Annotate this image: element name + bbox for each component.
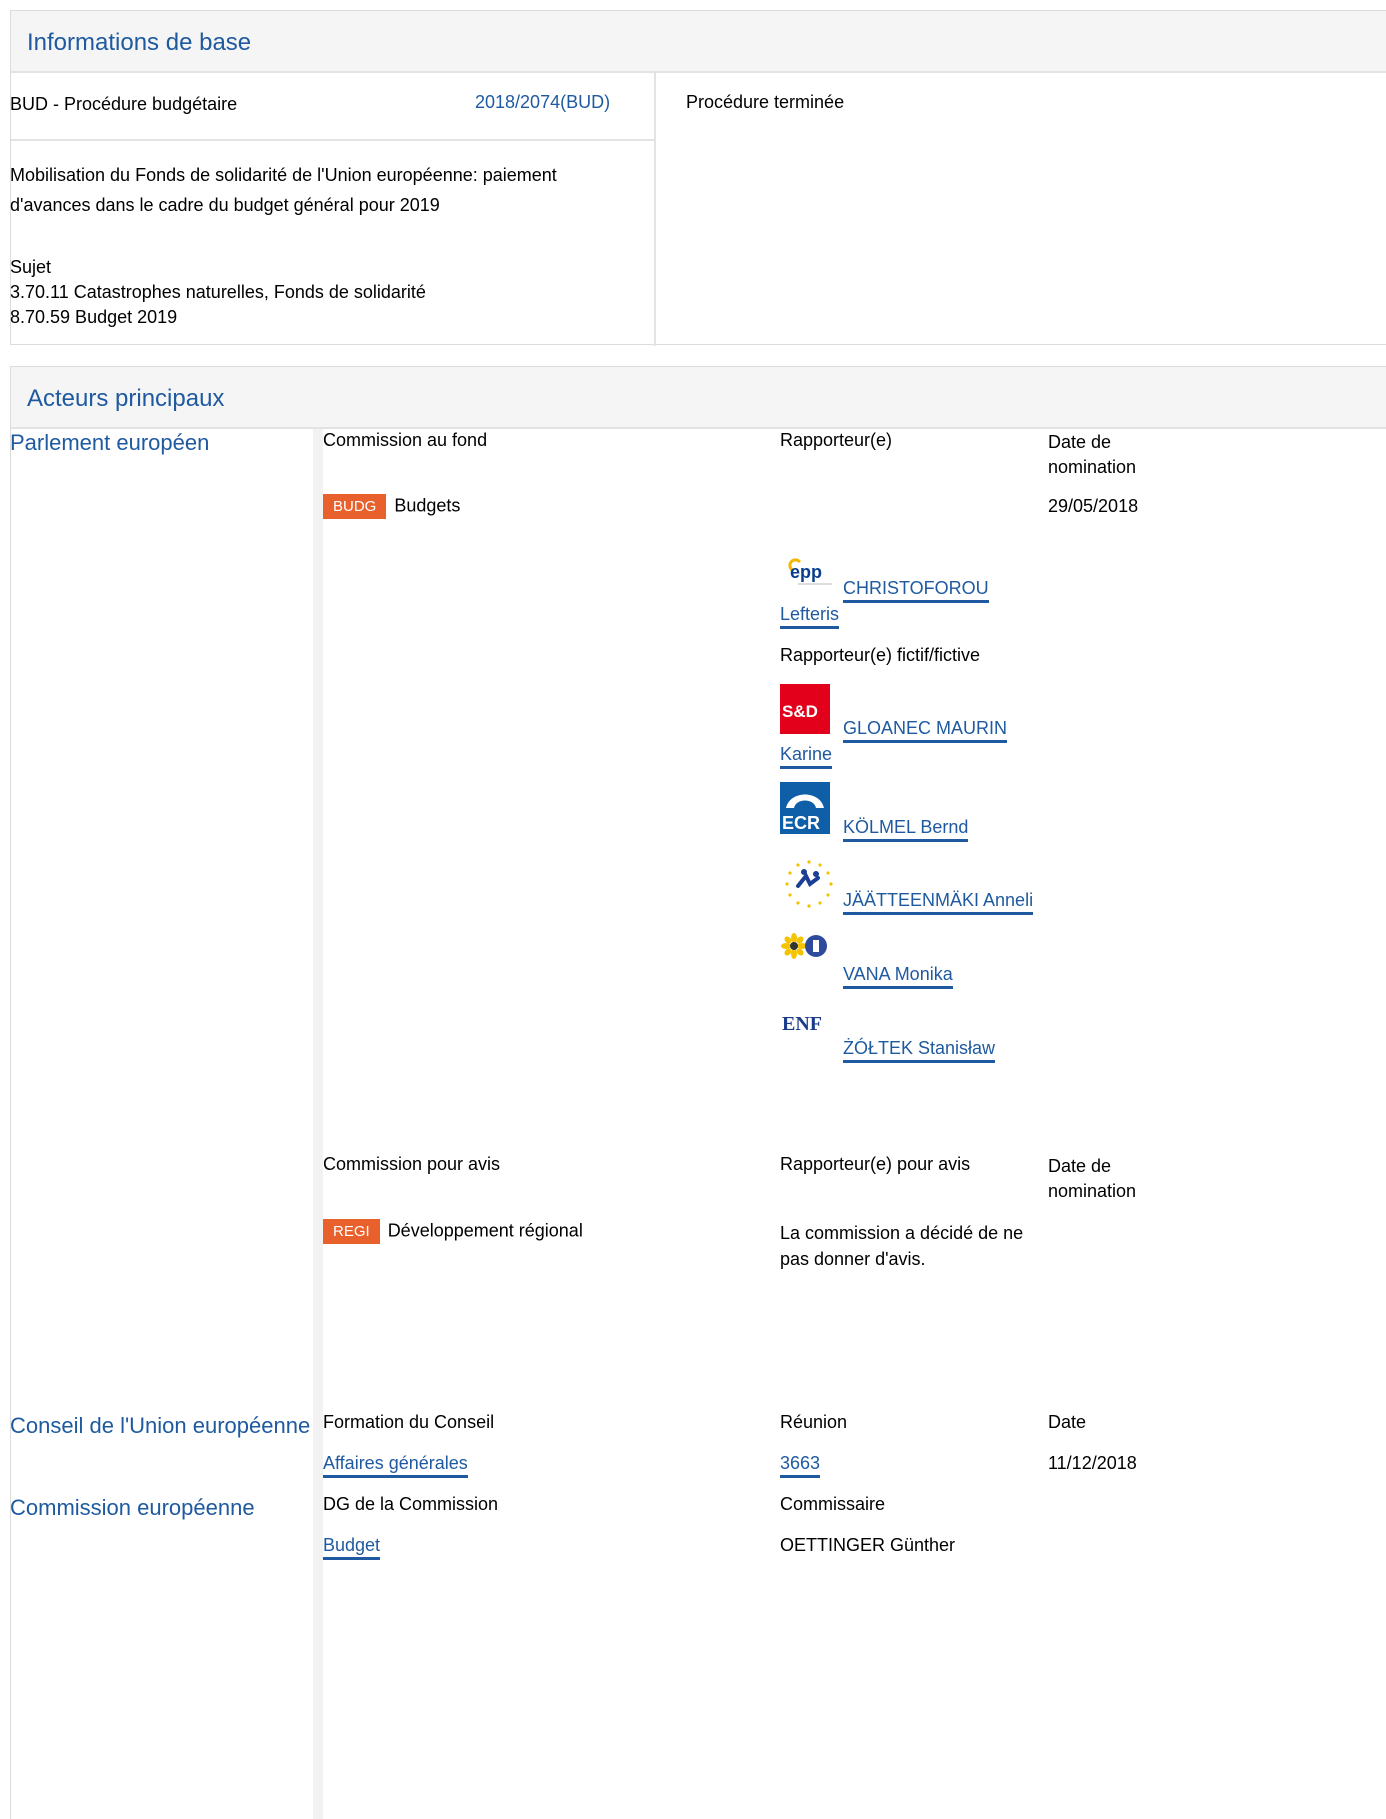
opinion-note-line1: La commission a décidé de ne	[780, 1223, 1024, 1243]
committee-date: 29/05/2018	[1048, 496, 1139, 516]
col-formation-header: Formation du Conseil	[323, 1412, 495, 1432]
col-date-header: Date de nomination	[1048, 430, 1136, 480]
council-formation-link[interactable]: Affaires générales	[323, 1453, 468, 1478]
procedure-status: Procédure terminée	[686, 92, 845, 112]
council-meeting-link[interactable]: 3663	[780, 1453, 821, 1478]
committee-name: Budgets	[394, 495, 461, 516]
opinion-committee-name: Développement régional	[387, 1220, 583, 1241]
shadow-rapporteur-link[interactable]: ŻÓŁTEK Stanisław	[843, 1038, 996, 1063]
col-date-header-line2: nomination	[1048, 457, 1137, 477]
shadow-rapporteur-link[interactable]: JÄÄTTEENMÄKI Anneli	[843, 890, 1034, 915]
col-opinion-date-line2: nomination	[1048, 1181, 1137, 1201]
shadow-rapporteur-link-cont[interactable]: Karine	[780, 744, 833, 769]
procedure-title-line2: d'avances dans le cadre du budget généra…	[10, 195, 440, 215]
col-date-header-line1: Date de	[1048, 432, 1112, 452]
alde-logo	[780, 856, 838, 914]
actors-column-divider	[313, 429, 323, 1819]
enf-logo: ENF	[780, 1008, 838, 1038]
col-opinion-rapporteur-header: Rapporteur(e) pour avis	[780, 1154, 971, 1174]
opinion-committee-badge: REGI	[323, 1219, 380, 1244]
basic-info-divider	[654, 73, 656, 346]
subject-item: 8.70.59 Budget 2019	[10, 307, 178, 327]
svg-text:ENF: ENF	[782, 1013, 822, 1035]
col-meeting-header: Réunion	[780, 1412, 848, 1432]
col-opinion-header: Commission pour avis	[323, 1154, 501, 1174]
basic-info-title: Informations de base	[27, 29, 252, 56]
procedure-title-line1: Mobilisation du Fonds de solidarité de l…	[10, 165, 557, 185]
epp-logo: epp	[780, 550, 838, 608]
svg-text:S&D: S&D	[782, 702, 818, 721]
committee-row: BUDG Budgets	[323, 494, 460, 519]
committee-badge: BUDG	[323, 494, 387, 519]
procedure-title: Mobilisation du Fonds de solidarité de l…	[10, 160, 650, 220]
commissioner-name: OETTINGER Günther	[780, 1535, 956, 1555]
subject-block: Sujet 3.70.11 Catastrophes naturelles, F…	[10, 255, 426, 330]
col-opinion-date-line1: Date de	[1048, 1156, 1112, 1176]
shadow-rapporteur-label: Rapporteur(e) fictif/fictive	[780, 645, 981, 665]
shadow-rapporteur-link[interactable]: KÖLMEL Bernd	[843, 817, 969, 842]
council-date: 11/12/2018	[1048, 1453, 1137, 1473]
rapporteur-link[interactable]: CHRISTOFOROU	[843, 578, 989, 603]
greens-logo	[780, 930, 838, 988]
procedure-ref-link[interactable]: 2018/2074(BUD)	[475, 92, 610, 113]
basic-info-row-divider	[11, 139, 654, 141]
subject-item: 3.70.11 Catastrophes naturelles, Fonds d…	[10, 282, 426, 302]
commission-label: Commission européenne	[10, 1495, 255, 1520]
col-opinion-date-header: Date de nomination	[1048, 1154, 1136, 1204]
actors-header: Acteurs principaux	[11, 367, 1386, 429]
procedure-type: BUD - Procédure budgétaire	[10, 94, 238, 114]
col-rapporteur-header: Rapporteur(e)	[780, 430, 893, 450]
parliament-label: Parlement européen	[10, 430, 210, 455]
sd-logo: S&D	[780, 684, 830, 734]
svg-text:ECR: ECR	[782, 813, 820, 833]
council-label: Conseil de l'Union européenne	[10, 1413, 311, 1438]
basic-info-header: Informations de base	[11, 11, 1386, 73]
opinion-note: La commission a décidé de ne pas donner …	[780, 1220, 1023, 1272]
col-council-date-header: Date	[1048, 1412, 1087, 1432]
actors-panel: Acteurs principaux	[10, 366, 1386, 1819]
subject-label: Sujet	[10, 257, 52, 277]
col-committee-header: Commission au fond	[323, 430, 488, 450]
col-dg-header: DG de la Commission	[323, 1494, 499, 1514]
svg-text:epp: epp	[790, 562, 822, 582]
shadow-rapporteur-link[interactable]: GLOANEC MAURIN	[843, 718, 1008, 743]
ecr-logo: ECR	[780, 782, 830, 834]
actors-title: Acteurs principaux	[27, 385, 225, 412]
opinion-note-line2: pas donner d'avis.	[780, 1249, 926, 1269]
rapporteur-link-cont[interactable]: Lefteris	[780, 604, 840, 629]
shadow-rapporteur-link[interactable]: VANA Monika	[843, 964, 953, 989]
col-commissioner-header: Commissaire	[780, 1494, 886, 1514]
opinion-committee-row: REGI Développement régional	[323, 1219, 583, 1244]
commission-dg-link[interactable]: Budget	[323, 1535, 381, 1560]
